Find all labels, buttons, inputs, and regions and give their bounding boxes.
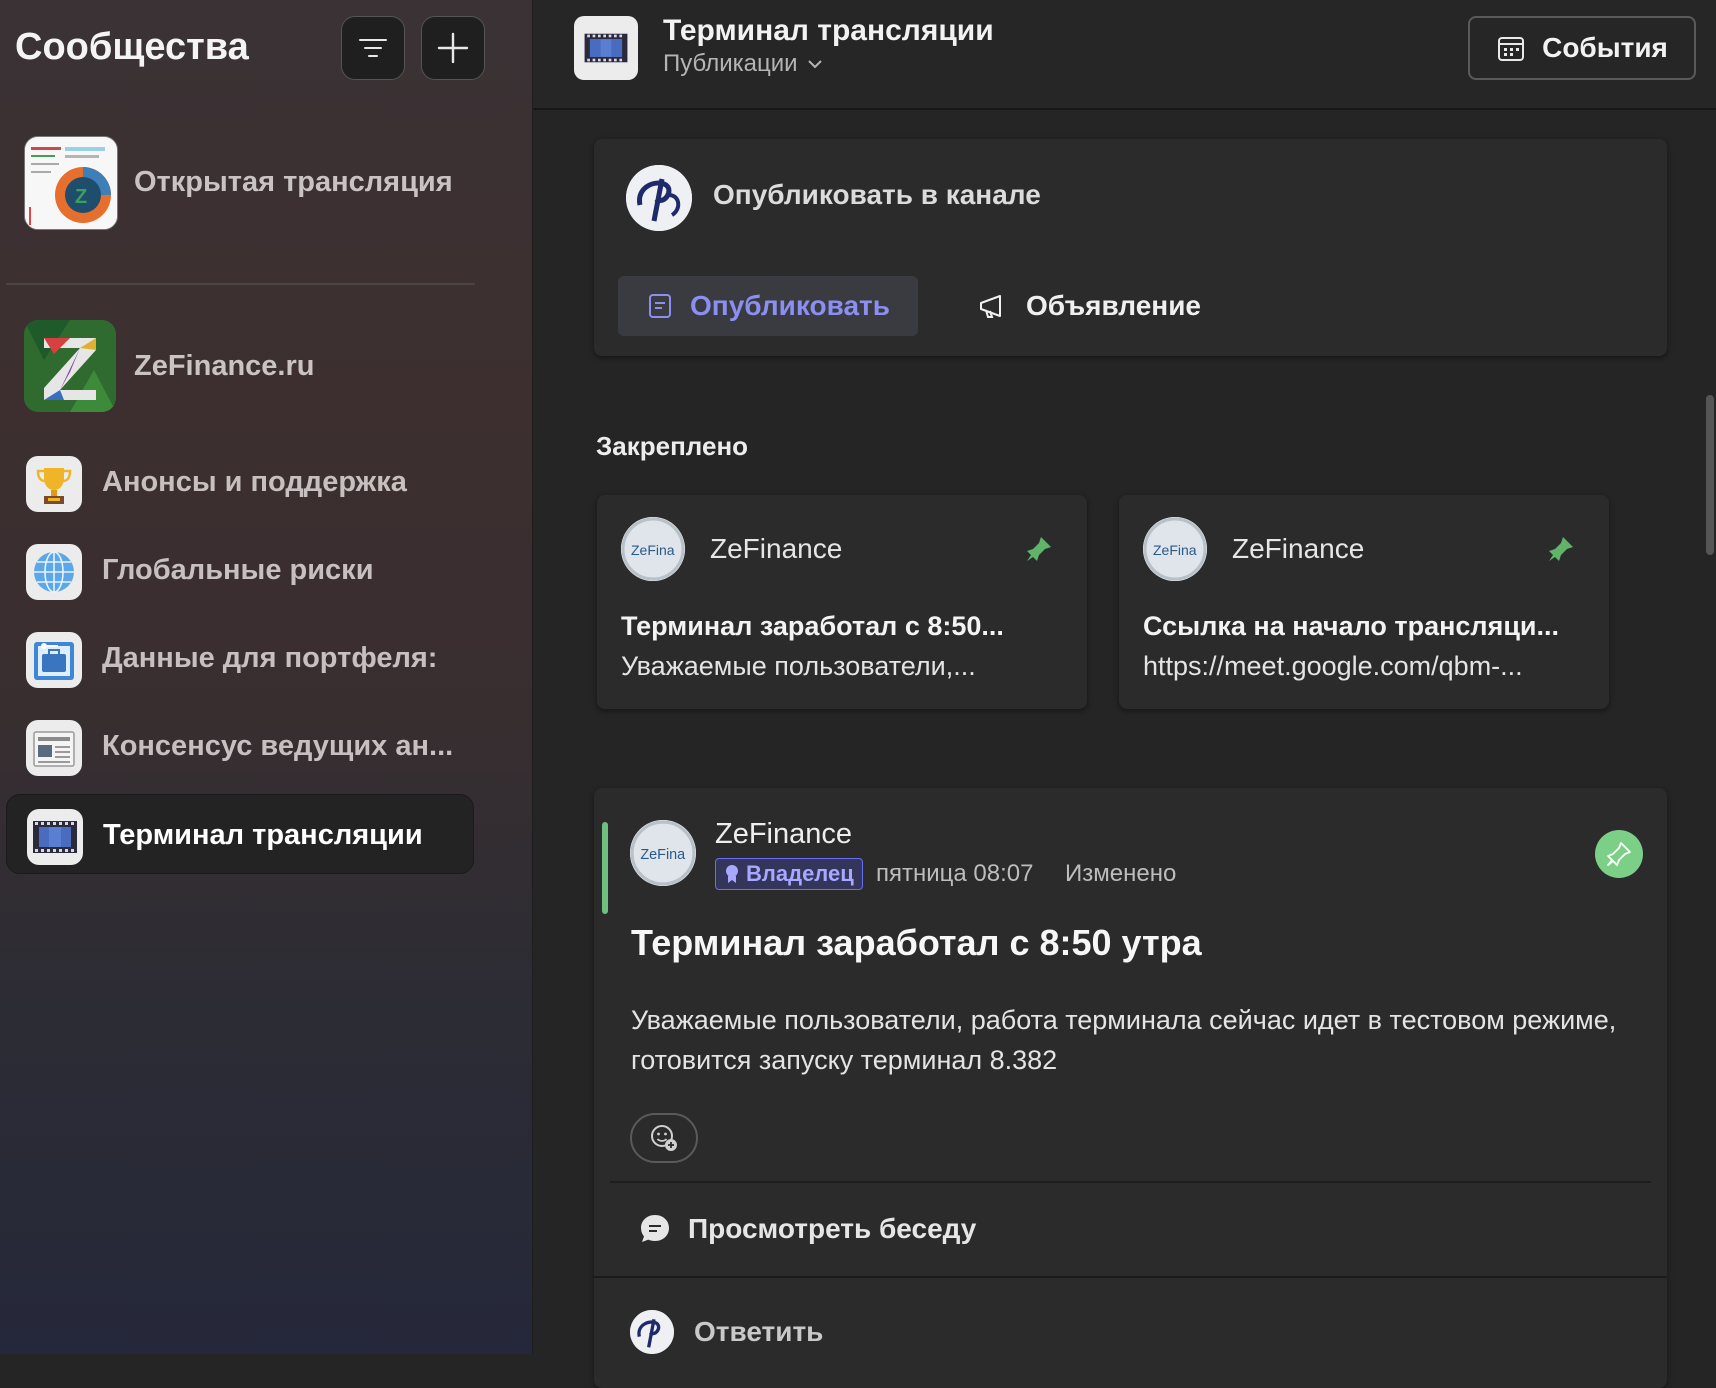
filter-button[interactable]	[341, 16, 405, 80]
sidebar-item-analyst-consensus[interactable]: Консенсус ведущих ан...	[6, 706, 474, 786]
pinned-card[interactable]: ZeFina ZeFinance Терминал заработал с 8:…	[597, 495, 1087, 709]
pinned-section-title: Закреплено	[596, 431, 749, 461]
pinned-title: Ссылка на начало трансляци...	[1143, 611, 1560, 641]
author-avatar: ZeFina	[621, 517, 685, 581]
channel-header: Терминал трансляции Публикации События	[533, 0, 1716, 110]
scrollbar-thumb[interactable]	[1706, 395, 1714, 555]
publish-label: Опубликовать	[690, 290, 890, 321]
divider	[610, 1181, 1651, 1183]
trophy-icon	[26, 456, 82, 512]
post-author[interactable]: ZeFinance	[715, 818, 852, 851]
channel-view-label: Публикации	[663, 50, 798, 77]
svg-text:ZeFina: ZeFina	[1153, 542, 1197, 558]
svg-text:Z: Z	[75, 186, 87, 208]
sidebar-item-label: Консенсус ведущих ан...	[102, 730, 454, 762]
film-strip-icon	[27, 809, 83, 865]
sidebar-item-label: Анонсы и поддержка	[102, 466, 407, 498]
pinned-indicator	[602, 822, 608, 914]
channel-view-dropdown[interactable]: Публикации	[663, 50, 824, 78]
post-icon	[649, 294, 671, 318]
pinned-preview: https://meet.google.com/qbm-...	[1143, 651, 1523, 681]
events-label: События	[1542, 32, 1668, 63]
divider	[594, 1276, 1667, 1278]
sidebar-title: Сообщества	[15, 26, 249, 68]
sidebar-item-announcements[interactable]: Анонсы и поддержка	[6, 442, 474, 522]
globe-icon	[26, 544, 82, 600]
events-button[interactable]: События	[1468, 16, 1696, 80]
composer-prompt[interactable]: Опубликовать в канале	[713, 179, 1041, 211]
chevron-down-icon	[807, 60, 822, 69]
pinned-title: Терминал заработал с 8:50...	[621, 611, 1004, 641]
post-body: Уважаемые пользователи, работа терминала…	[631, 1005, 1617, 1075]
pinned-author: ZeFinance	[1232, 533, 1365, 564]
post-title: Терминал заработал с 8:50 утра	[631, 922, 1202, 963]
svg-text:ZeFina: ZeFina	[631, 542, 675, 558]
add-emoji-icon	[651, 1125, 677, 1151]
sidebar-item-terminal-broadcast[interactable]: Терминал трансляции	[6, 794, 474, 874]
author-avatar: ZeFina	[1143, 517, 1207, 581]
pinned-preview: Уважаемые пользователи,...	[621, 651, 976, 681]
owner-badge-label: Владелец	[746, 861, 854, 886]
film-strip-icon	[574, 16, 638, 80]
view-thread-label: Просмотреть беседу	[688, 1213, 977, 1244]
unpin-button[interactable]	[1595, 830, 1643, 878]
reply-button[interactable]: Ответить	[630, 1310, 823, 1354]
announcement-button[interactable]: Объявление	[978, 276, 1201, 336]
briefcase-icon	[26, 632, 82, 688]
pin-icon	[1027, 537, 1051, 561]
user-avatar	[630, 1310, 674, 1354]
sidebar-item-label: Открытая трансляция	[134, 166, 453, 198]
add-reaction-button[interactable]	[630, 1113, 698, 1163]
plus-icon	[437, 32, 469, 64]
sidebar-item-label: Данные для портфеля:	[102, 642, 438, 674]
pinned-card[interactable]: ZeFina ZeFinance Ссылка на начало трансл…	[1119, 495, 1609, 709]
svg-text:ZeFina: ZeFina	[640, 847, 686, 863]
sidebar-item-label: Глобальные риски	[102, 554, 374, 586]
reply-label: Ответить	[694, 1316, 824, 1347]
open-broadcast-logo: Z	[24, 136, 118, 230]
pin-icon	[1549, 537, 1573, 561]
filter-lines-icon	[359, 39, 387, 57]
megaphone-icon	[980, 295, 1001, 318]
publish-post-button[interactable]: Опубликовать	[618, 276, 918, 336]
pin-icon	[1607, 842, 1631, 866]
sidebar: Сообщества Z Открытая трансляция ZeFinan…	[0, 0, 533, 1354]
channel-avatar	[626, 165, 692, 231]
chat-bubble-icon	[641, 1215, 669, 1242]
sidebar-item-portfolio-data[interactable]: Данные для портфеля:	[6, 618, 474, 698]
post-edited-label: Изменено	[1065, 860, 1177, 887]
channel-title: Терминал трансляции	[663, 14, 994, 47]
sidebar-item-label: ZeFinance.ru	[134, 350, 315, 382]
composer-card: Опубликовать в канале Опубликовать Объяв…	[594, 139, 1667, 356]
author-avatar[interactable]: ZeFina	[630, 820, 696, 886]
newspaper-icon	[26, 720, 82, 776]
owner-badge: Владелец	[715, 858, 863, 890]
view-thread-button[interactable]: Просмотреть беседу	[638, 1212, 976, 1246]
announcement-label: Объявление	[1026, 290, 1201, 321]
calendar-icon	[1498, 37, 1525, 61]
zefinance-logo	[24, 320, 116, 412]
post-card: ZeFina ZeFinance Владелец пятница 08:07 …	[594, 788, 1667, 1388]
add-community-button[interactable]	[421, 16, 485, 80]
sidebar-item-label: Терминал трансляции	[103, 819, 423, 851]
award-icon	[726, 865, 738, 883]
pinned-author: ZeFinance	[710, 533, 843, 564]
post-timestamp: пятница 08:07	[876, 860, 1034, 887]
sidebar-item-global-risks[interactable]: Глобальные риски	[6, 530, 474, 610]
sidebar-divider	[6, 283, 475, 285]
